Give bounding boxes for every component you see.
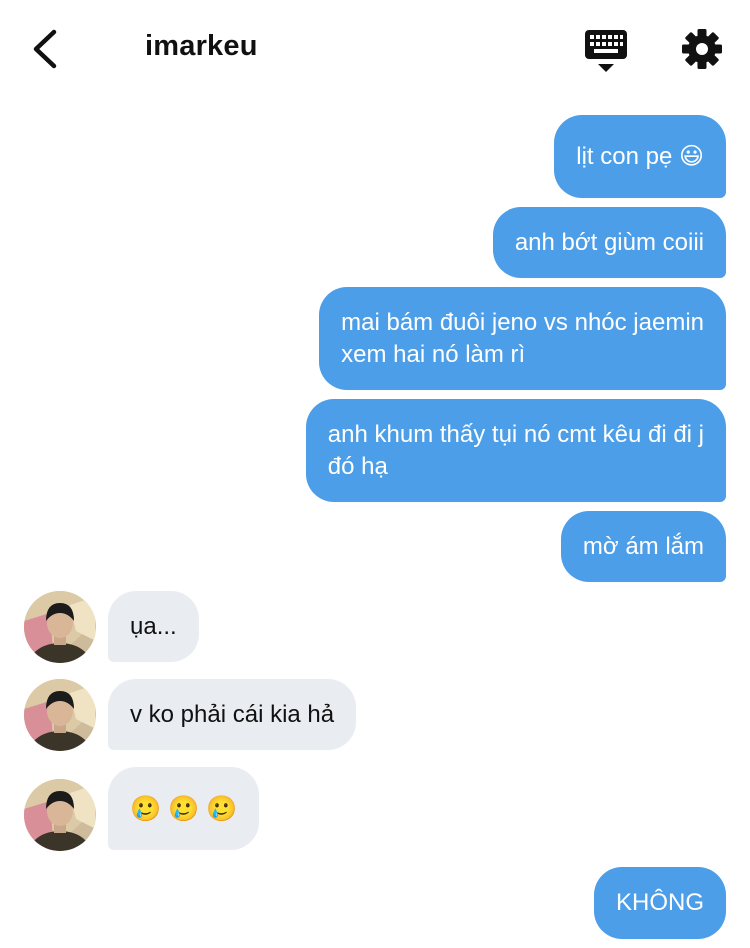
message-text: anh bớt giùm coiii	[514, 228, 704, 256]
avatar[interactable]	[24, 779, 96, 851]
keyboard-button[interactable]	[584, 28, 628, 74]
chevron-left-icon	[33, 29, 57, 69]
message-text: mờ ám lắm	[582, 532, 704, 560]
settings-button[interactable]	[681, 28, 723, 70]
message-text: lịt con pẹ 😃	[576, 142, 704, 170]
message-bubble-incoming[interactable]: 🥲 🥲 🥲	[108, 767, 260, 850]
message-bubble-outgoing[interactable]: KHÔNG	[593, 867, 726, 939]
avatar[interactable]	[24, 591, 96, 663]
message-text: xem hai nó làm rì	[341, 340, 526, 368]
message-text: mai bám đuôi jeno vs nhóc jaemin	[341, 308, 704, 336]
message-bubble-outgoing[interactable]: mờ ám lắm	[560, 511, 726, 582]
message-bubble-incoming[interactable]: ụa...	[108, 591, 199, 662]
contact-photo	[24, 779, 96, 851]
keyboard-icon	[585, 30, 627, 72]
message-text: v ko phải cái kia hả	[130, 700, 335, 728]
avatar[interactable]	[24, 679, 96, 751]
message-text: 🥲 🥲 🥲	[130, 794, 238, 823]
message-bubble-outgoing[interactable]: lịt con pẹ 😃	[554, 115, 726, 198]
message-text: KHÔNG	[615, 889, 704, 916]
message-text: ụa...	[130, 612, 177, 640]
contact-photo	[24, 679, 96, 751]
conversation-title[interactable]: imarkeu	[145, 30, 258, 63]
message-bubble-outgoing[interactable]: mai bám đuôi jeno vs nhóc jaemin xem hai…	[319, 287, 726, 390]
contact-photo	[24, 591, 96, 663]
message-bubble-incoming[interactable]: v ko phải cái kia hả	[108, 679, 357, 750]
message-bubble-outgoing[interactable]: anh khum thấy tụi nó cmt kêu đi đi j đó …	[305, 399, 726, 502]
message-text: đó hạ	[327, 452, 388, 480]
gear-icon	[682, 29, 722, 69]
chat-header: imarkeu	[0, 0, 750, 100]
message-text: anh khum thấy tụi nó cmt kêu đi đi j	[327, 420, 704, 448]
back-button[interactable]	[28, 26, 68, 72]
message-bubble-outgoing[interactable]: anh bớt giùm coiii	[492, 207, 726, 278]
